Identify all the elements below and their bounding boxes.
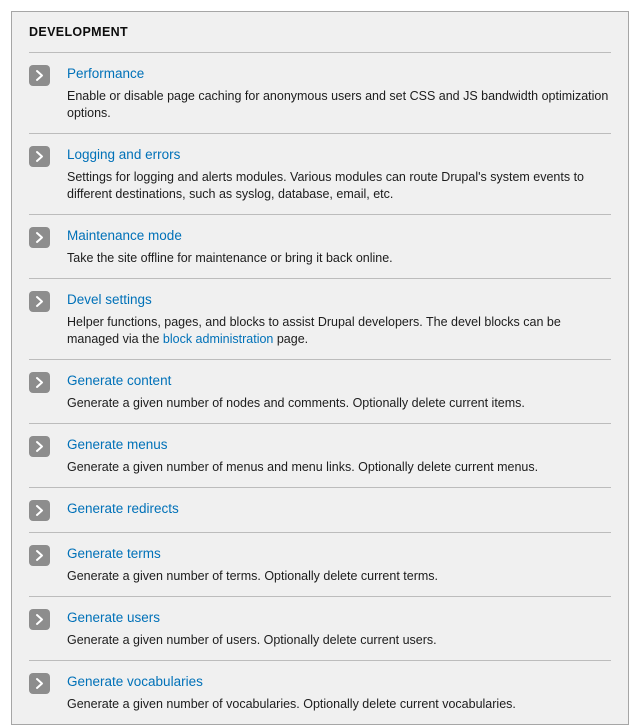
admin-item-description: Settings for logging and alerts modules.… [67, 170, 585, 201]
admin-item-list: Performance Enable or disable page cachi… [29, 52, 611, 724]
list-item: Generate users Generate a given number o… [29, 596, 611, 660]
admin-item-link-devel-settings[interactable]: Devel settings [67, 290, 152, 309]
chevron-right-icon [29, 227, 50, 248]
admin-item-row[interactable]: Generate menus [29, 435, 611, 457]
admin-item-row[interactable]: Logging and errors [29, 145, 611, 167]
list-item: Performance Enable or disable page cachi… [29, 52, 611, 133]
page-title: DEVELOPMENT [29, 25, 128, 39]
admin-item-row[interactable]: Performance [29, 64, 611, 86]
admin-item-row[interactable]: Maintenance mode [29, 226, 611, 248]
chevron-right-icon [29, 436, 50, 457]
list-item: Generate terms Generate a given number o… [29, 532, 611, 596]
chevron-right-icon [29, 65, 50, 86]
admin-item-description: Take the site offline for maintenance or… [67, 251, 393, 265]
chevron-right-icon [29, 291, 50, 312]
admin-item-description: Generate a given number of vocabularies.… [67, 697, 516, 711]
list-item: Logging and errors Settings for logging … [29, 133, 611, 214]
description-text-before: Helper functions, pages, and blocks to a… [67, 315, 561, 346]
chevron-right-icon [29, 673, 50, 694]
chevron-right-icon [29, 372, 50, 393]
admin-item-row[interactable]: Devel settings [29, 290, 611, 312]
list-item: Generate menus Generate a given number o… [29, 423, 611, 487]
admin-item-link-performance[interactable]: Performance [67, 64, 144, 83]
admin-item-description: Generate a given number of users. Option… [67, 633, 437, 647]
block-administration-link[interactable]: block administration [163, 332, 273, 346]
admin-item-link-generate-terms[interactable]: Generate terms [67, 544, 161, 563]
admin-item-link-logging-and-errors[interactable]: Logging and errors [67, 145, 180, 164]
admin-item-link-generate-menus[interactable]: Generate menus [67, 435, 168, 454]
admin-item-row[interactable]: Generate vocabularies [29, 672, 611, 694]
admin-item-description: Generate a given number of menus and men… [67, 460, 539, 474]
admin-item-link-generate-users[interactable]: Generate users [67, 608, 160, 627]
admin-item-row[interactable]: Generate redirects [29, 499, 611, 521]
chevron-right-icon [29, 545, 50, 566]
list-item: Generate redirects [29, 487, 611, 532]
admin-item-link-generate-redirects[interactable]: Generate redirects [67, 499, 179, 518]
admin-item-row[interactable]: Generate users [29, 608, 611, 630]
admin-item-link-generate-content[interactable]: Generate content [67, 371, 171, 390]
development-panel: DEVELOPMENT Performance Enable or disabl… [11, 11, 629, 725]
admin-item-link-maintenance-mode[interactable]: Maintenance mode [67, 226, 182, 245]
admin-item-row[interactable]: Generate content [29, 371, 611, 393]
list-item: Maintenance mode Take the site offline f… [29, 214, 611, 278]
admin-item-description: Enable or disable page caching for anony… [67, 89, 609, 120]
admin-item-description: Generate a given number of terms. Option… [67, 569, 439, 583]
description-text-after: page. [273, 332, 309, 346]
chevron-right-icon [29, 500, 50, 521]
chevron-right-icon [29, 609, 50, 630]
admin-item-link-generate-vocabularies[interactable]: Generate vocabularies [67, 672, 203, 691]
list-item: Generate content Generate a given number… [29, 359, 611, 423]
admin-item-row[interactable]: Generate terms [29, 544, 611, 566]
chevron-right-icon [29, 146, 50, 167]
admin-item-description: Generate a given number of nodes and com… [67, 396, 525, 410]
list-item: Generate vocabularies Generate a given n… [29, 660, 611, 724]
list-item: Devel settings Helper functions, pages, … [29, 278, 611, 359]
admin-item-description: Helper functions, pages, and blocks to a… [29, 314, 611, 348]
